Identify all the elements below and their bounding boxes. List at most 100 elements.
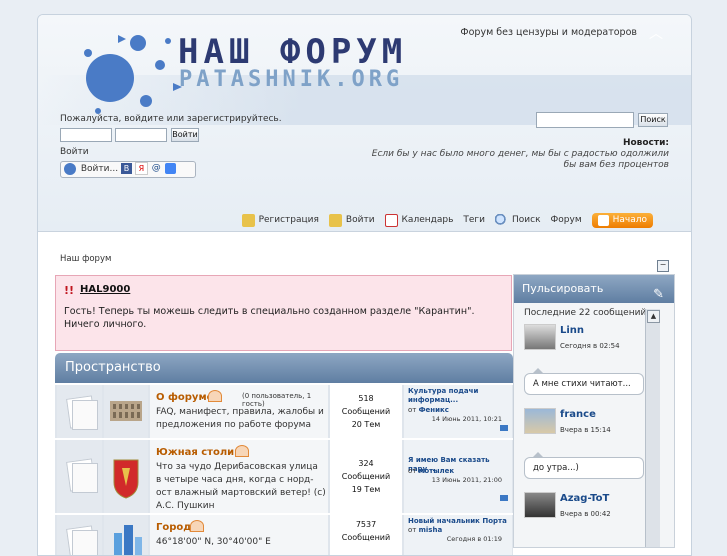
forum-status-icon [57,440,102,513]
last-post-date: 14 Июнь 2011, 10:21 [431,415,502,423]
shout-user-name[interactable]: Linn [560,325,584,336]
last-post-title[interactable]: Новый начальник Порта [408,517,508,526]
key-icon [241,213,255,227]
nav-forum[interactable]: Форум [551,215,582,225]
search-button[interactable]: Поиск [638,113,668,127]
scroll-up-icon[interactable]: ▲ [647,310,660,323]
shout-user-name[interactable]: france [560,409,596,420]
search-icon [495,213,509,227]
forum-topics: 20 Тем [351,420,381,429]
notice-marker: !! [64,284,75,297]
shoutbox-scrollbar[interactable]: ▲ [645,309,660,547]
rss-icon[interactable] [235,445,249,457]
go-to-last-post-icon[interactable] [500,425,508,431]
login-button[interactable]: Войти [171,128,199,142]
forum-main: Город 46°18'00" N, 30°40'00" E [150,515,328,555]
forum-posts: 7537 [355,520,377,529]
forum-description: Что за чудо Дерибасовская улица в четыре… [156,462,326,511]
social-login[interactable]: Войти... В Я @ [60,161,196,178]
google-icon[interactable] [164,163,176,174]
shout-message: А мне стихи читают... [524,368,644,395]
nav-search-label: Поиск [512,215,541,225]
forum-last-post: Я имею Вам сказать пару ... от мотылек 1… [404,440,512,513]
last-post-author: от misha [408,526,442,534]
rss-icon[interactable] [190,520,204,532]
shout-message: до утра...) [524,452,644,479]
vk-icon[interactable]: В [120,163,132,174]
shout-time: Сегодня в 02:54 [560,342,620,350]
last-post-by-prefix: от [408,406,417,414]
shoutbox-panel: Пульсировать ✎ Последние 22 сообщений: ▲… [513,274,675,548]
nav-tags[interactable]: Теги [463,215,485,225]
forum-page: НАШ ФОРУМ PATASHNIK.ORG Форум без цензур… [37,14,692,556]
category-header[interactable]: Пространство [55,353,513,383]
calendar-icon [384,213,398,227]
last-post-title[interactable]: Культура подачи информац... [408,387,508,405]
shoutbox-title: Пульсировать [522,282,604,295]
breadcrumb[interactable]: Наш форум [60,254,111,264]
forum-status-icon [57,385,102,438]
forum-stats: 7537 Сообщений [330,515,402,555]
avatar[interactable] [524,408,556,434]
notice-title[interactable]: HAL9000 [80,284,130,295]
last-post-date: 13 Июнь 2011, 21:00 [431,476,502,484]
forum-title[interactable]: О форуме [156,392,213,403]
nav-register-label: Регистрация [258,215,319,225]
nav-tags-label: Теги [463,215,486,225]
forum-posts: 324 [358,459,374,468]
enter-link[interactable]: Войти [60,147,89,157]
forum-posts: 518 [358,394,374,403]
forum-description: 46°18'00" N, 30°40'00" E [156,537,271,547]
forum-main: Южная столица Что за чудо Дерибасовская … [150,440,328,513]
notice-box: !! HAL9000 Гость! Теперь ты можешь следи… [55,275,512,351]
forum-topics: 19 Тем [351,485,381,494]
last-post-date: Сегодня в 01:19 [446,535,502,543]
last-post-author: от Феникс [408,406,449,414]
shoutbox-header: Пульсировать ✎ [514,275,674,303]
forum-stats: 518 Сообщений 20 Тем [330,385,402,438]
shout-time: Вчера в 15:14 [560,426,611,434]
nav-calendar[interactable]: Календарь [384,213,453,227]
forum-title[interactable]: Город [156,522,191,533]
username-input[interactable] [60,128,112,142]
search-input[interactable] [536,112,634,128]
coat-of-arms-icon [104,440,148,513]
forum-row: Южная столица Что за чудо Дерибасовская … [55,440,513,513]
openid-icon [64,162,76,175]
go-to-last-post-icon[interactable] [500,495,508,501]
rss-icon[interactable] [208,390,222,402]
yandex-icon[interactable]: Я [134,162,148,175]
forum-posts-label: Сообщений [341,472,391,481]
nav-home[interactable]: Начало [591,212,653,228]
avatar[interactable] [524,324,556,350]
nav-login-label: Войти [345,215,375,225]
forum-row: Город 46°18'00" N, 30°40'00" E 7537 Сооб… [55,515,513,555]
forum-posts-label: Сообщений [341,533,391,542]
shout-user: Azag-ToT Вчера в 00:42 [524,492,644,522]
shout-time: Вчера в 00:42 [560,510,611,518]
nav-register[interactable]: Регистрация [241,213,319,227]
nav-search[interactable]: Поиск [495,213,541,227]
toggle-sidebar-icon[interactable]: − [657,260,669,272]
collapse-header-icon[interactable]: ︿ [649,27,663,41]
main-nav: Регистрация Войти Календарь Теги Поиск Ф… [241,211,653,229]
social-login-label: Войти... [80,164,119,174]
shout-user: france Вчера в 15:14 [524,408,644,438]
logo-subtitle: PATASHNIK.ORG [179,67,404,92]
forum-row: О форуме (0 пользователь, 1 гость) FAQ, … [55,385,513,438]
shout-user-name[interactable]: Azag-ToT [560,493,609,504]
last-post-author: от мотылек [408,467,454,475]
shout-user: Linn Сегодня в 02:54 [524,324,644,354]
pin-icon[interactable]: ✎ [653,281,664,309]
nav-login[interactable]: Войти [328,213,375,227]
forum-stats: 324 Сообщений 19 Тем [330,440,402,513]
avatar[interactable] [524,492,556,518]
last-post-author-link[interactable]: Феникс [419,406,449,414]
home-icon [597,214,609,226]
last-post-author-link[interactable]: мотылек [419,467,455,475]
password-input[interactable] [115,128,167,142]
notice-body: Гость! Теперь ты можешь следить в специа… [64,306,475,330]
mailru-icon[interactable]: @ [151,163,162,174]
last-post-author-link[interactable]: misha [419,526,443,534]
forum-last-post: Новый начальник Порта от misha Сегодня в… [404,515,512,555]
